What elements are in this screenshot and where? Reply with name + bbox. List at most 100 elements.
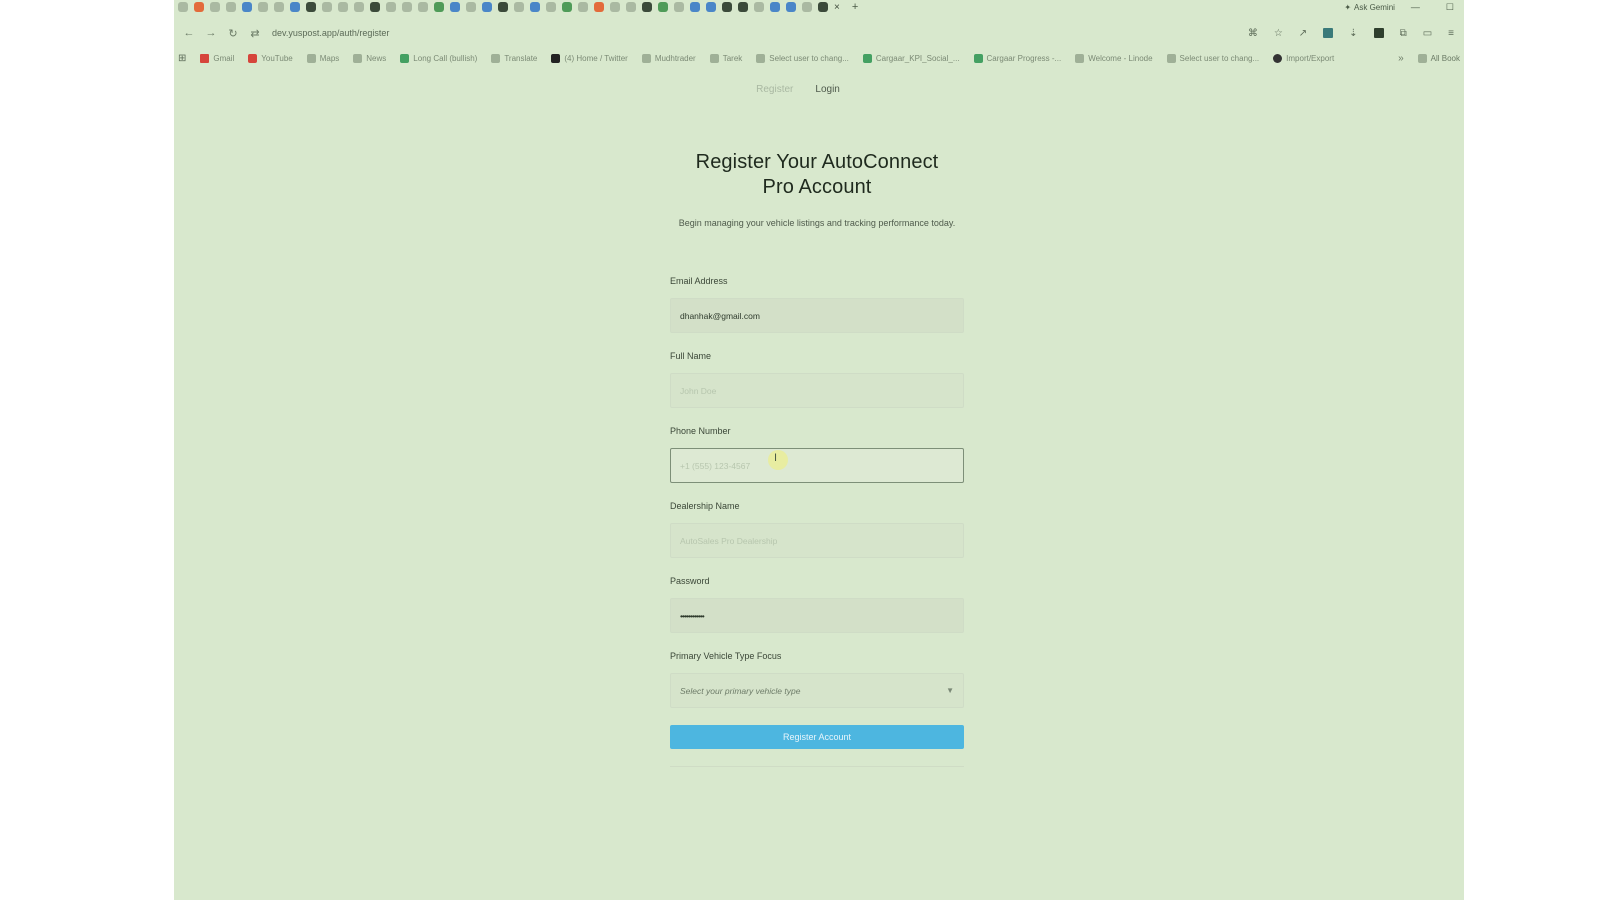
menu-icon[interactable]: ≡ — [1448, 28, 1454, 39]
tab-favicon-icon[interactable] — [274, 2, 284, 12]
tab-favicon-icon[interactable] — [434, 2, 444, 12]
bookmark-item[interactable]: Import/Export — [1273, 53, 1334, 63]
bookmark-item[interactable]: YouTube — [248, 53, 293, 63]
bookmark-item[interactable]: Mudhtrader — [641, 53, 696, 63]
tab-favicon-icon[interactable] — [514, 2, 524, 12]
bookmark-label: Long Call (bullish) — [413, 53, 478, 63]
extension-icon[interactable]: ↗ — [1299, 28, 1307, 39]
page-subtitle: Begin managing your vehicle listings and… — [678, 218, 956, 228]
tab-favicon-icon[interactable] — [578, 2, 588, 12]
active-tab-favicon-icon[interactable] — [818, 2, 828, 12]
translate-icon[interactable]: ⌘ — [1248, 28, 1258, 39]
site-settings-icon[interactable]: ⇄ — [244, 27, 266, 40]
tab-favicon-icon[interactable] — [658, 2, 668, 12]
close-tab-icon[interactable]: × — [834, 2, 840, 13]
side-panel-icon[interactable]: ▭ — [1423, 28, 1432, 39]
tab-favicon-icon[interactable] — [194, 2, 204, 12]
tab-favicon-icon[interactable] — [642, 2, 652, 12]
bookmark-star-icon[interactable]: ☆ — [1274, 28, 1283, 39]
extensions-puzzle-icon[interactable]: ⧉ — [1400, 28, 1407, 39]
tab-favicon-icon[interactable] — [786, 2, 796, 12]
tab-favicon-icon[interactable] — [690, 2, 700, 12]
ask-gemini-button[interactable]: ✦ Ask Gemini — [1344, 3, 1395, 12]
register-account-button[interactable]: Register Account — [670, 725, 964, 749]
tab-favicon-icon[interactable] — [402, 2, 412, 12]
tab-favicon-icon[interactable] — [482, 2, 492, 12]
forward-button[interactable]: → — [200, 27, 222, 39]
extension-icon[interactable] — [1373, 28, 1384, 38]
tab-favicon-icon[interactable] — [418, 2, 428, 12]
bookmark-item[interactable]: Translate — [491, 53, 537, 63]
globe-icon — [1166, 53, 1176, 63]
tab-favicon-icon[interactable] — [802, 2, 812, 12]
tab-favicon-icon[interactable] — [242, 2, 252, 12]
tab-favicon-icon[interactable] — [258, 2, 268, 12]
tab-favicon-icon[interactable] — [610, 2, 620, 12]
bookmark-label: Tarek — [722, 53, 743, 63]
new-tab-button[interactable]: + — [852, 1, 858, 13]
apps-grid-icon[interactable]: ⊞ — [178, 53, 186, 64]
tab-favicon-icon[interactable] — [306, 2, 316, 12]
tab-favicon-icon[interactable] — [674, 2, 684, 12]
nav-login-link[interactable]: Login — [815, 84, 839, 95]
bookmark-item[interactable]: Cargaar Progress -... — [973, 53, 1061, 63]
bookmark-item[interactable]: Welcome - Linode — [1075, 53, 1153, 63]
tab-favicon-icon[interactable] — [210, 2, 220, 12]
tab-favicon-icon[interactable] — [322, 2, 332, 12]
tab-favicon-icon[interactable] — [546, 2, 556, 12]
tab-favicon-icon[interactable] — [770, 2, 780, 12]
bookmark-label: YouTube — [261, 53, 293, 63]
tab-favicon-icon[interactable] — [226, 2, 236, 12]
gmail-icon — [200, 53, 210, 63]
full-name-field[interactable]: John Doe — [670, 373, 964, 408]
password-field[interactable]: •••••••••••• — [670, 598, 964, 633]
more-bookmarks-button[interactable]: » — [1398, 53, 1404, 64]
phone-field[interactable]: +1 (555) 123-4567 — [670, 448, 964, 483]
tab-favicon-icon[interactable] — [354, 2, 364, 12]
bookmark-label: Gmail — [213, 53, 235, 63]
bookmark-item[interactable]: (4) Home / Twitter — [551, 53, 628, 63]
download-icon[interactable]: ⇣ — [1349, 28, 1357, 39]
email-field[interactable]: dhanhak@gmail.com — [670, 298, 964, 333]
bookmark-item[interactable]: Tarek — [709, 53, 743, 63]
tab-favicon-icon[interactable] — [370, 2, 380, 12]
tab-favicon-icon[interactable] — [594, 2, 604, 12]
extension-icon[interactable] — [1323, 28, 1334, 38]
reload-button[interactable]: ↻ — [222, 27, 244, 40]
bookmark-item[interactable]: News — [353, 53, 386, 63]
full-name-placeholder: John Doe — [680, 385, 717, 396]
password-label: Password — [670, 576, 710, 586]
bookmark-item[interactable]: Long Call (bullish) — [400, 53, 478, 63]
dealership-field[interactable]: AutoSales Pro Dealership — [670, 523, 964, 558]
tab-favicon-icon[interactable] — [290, 2, 300, 12]
tab-favicon-icon[interactable] — [530, 2, 540, 12]
tab-favicon-icon[interactable] — [722, 2, 732, 12]
bookmark-item[interactable]: Maps — [306, 53, 339, 63]
tab-favicon-icon[interactable] — [706, 2, 716, 12]
text-cursor-icon: I — [774, 452, 778, 464]
tab-favicon-icon[interactable] — [450, 2, 460, 12]
bookmark-item[interactable]: Gmail — [200, 53, 235, 63]
vehicle-type-select[interactable]: Select your primary vehicle type ▼ — [670, 673, 964, 708]
tab-favicon-icon[interactable] — [466, 2, 476, 12]
maximize-window-button[interactable]: ☐ — [1436, 2, 1464, 13]
tab-favicon-icon[interactable] — [386, 2, 396, 12]
tab-favicon-icon[interactable] — [754, 2, 764, 12]
tab-strip: × + ✦ Ask Gemini — ☐ — [174, 0, 1464, 14]
tab-favicon-icon[interactable] — [498, 2, 508, 12]
nav-register-link[interactable]: Register — [756, 84, 793, 95]
back-button[interactable]: ← — [178, 27, 200, 39]
bookmark-item[interactable]: Select user to chang... — [1166, 53, 1259, 63]
bookmark-item[interactable]: Select user to chang... — [756, 53, 849, 63]
tab-favicon-icon[interactable] — [338, 2, 348, 12]
sheets-icon — [973, 53, 983, 63]
minimize-window-button[interactable]: — — [1401, 2, 1430, 12]
all-bookmarks-button[interactable]: All Book — [1417, 53, 1464, 63]
tab-favicon-icon[interactable] — [562, 2, 572, 12]
tab-favicon-icon[interactable] — [738, 2, 748, 12]
tab-favicon-icon[interactable] — [626, 2, 636, 12]
bookmarks-bar: ⊞ Gmail YouTube Maps News Long Call (bul… — [174, 50, 1464, 66]
url-field[interactable]: dev.yuspost.app/auth/register — [272, 28, 389, 38]
tab-favicon-icon[interactable] — [178, 2, 188, 12]
bookmark-item[interactable]: Cargaar_KPI_Social_... — [862, 53, 960, 63]
